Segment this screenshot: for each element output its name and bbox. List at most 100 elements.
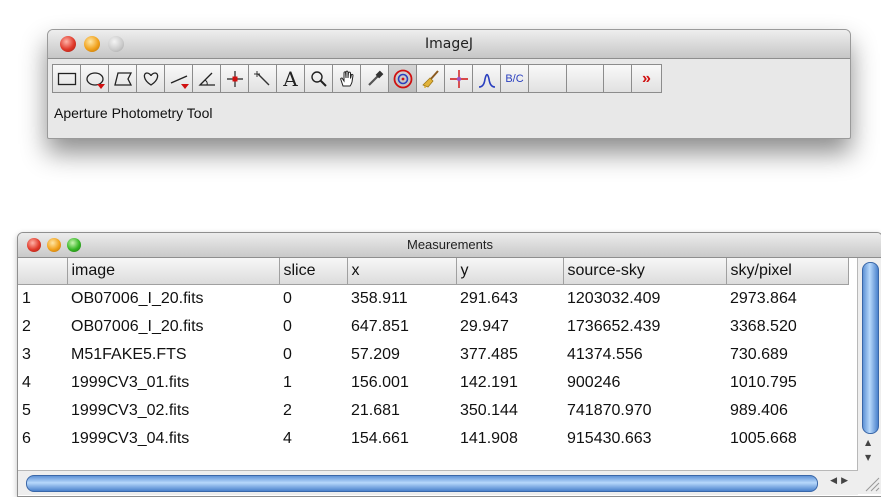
x-cell: 156.001 [351, 373, 409, 391]
x-cell: 154.661 [351, 429, 409, 447]
measurements-titlebar[interactable]: Measurements [18, 233, 881, 258]
y-cell: 29.947 [460, 317, 509, 335]
freehand-tool-button[interactable] [136, 64, 165, 93]
imagej-titlebar[interactable]: ImageJ [48, 30, 850, 59]
image-cell: 1999CV3_04.fits [71, 429, 190, 447]
scroll-down-arrow-icon[interactable]: ▼ [865, 453, 871, 462]
profile-tool-icon [478, 73, 495, 88]
x-cell: 57.209 [351, 345, 400, 363]
table-row[interactable]: 5 1999CV3_02.fits 2 21.681 350.144 74187… [18, 397, 848, 425]
source-sky-cell: 1203032.409 [567, 289, 661, 307]
image-cell: OB07006_I_20.fits [71, 317, 204, 335]
wand-tool-button[interactable] [248, 64, 277, 93]
row-number-cell: 4 [22, 373, 31, 391]
hand-tool-icon [339, 70, 354, 86]
slice-cell: 0 [283, 289, 292, 307]
source-sky-cell: 915430.663 [567, 429, 652, 447]
sky-per-pixel-cell: 730.689 [730, 345, 788, 363]
column-header-row-number[interactable] [18, 258, 68, 285]
results-table: image slice x y source-sky sky/pixel 1 O… [18, 258, 849, 453]
dropper-tool-button[interactable] [360, 64, 389, 93]
dropdown-indicator-icon [181, 84, 189, 89]
polygon-tool-button[interactable] [108, 64, 137, 93]
vertical-scrollbar[interactable]: ▲ ▼ [857, 258, 881, 470]
scroll-left-right-arrows-icon[interactable]: ◀▶ [830, 476, 852, 486]
point-tool-button[interactable] [220, 64, 249, 93]
image-cell: 1999CV3_02.fits [71, 401, 190, 419]
table-header-row: image slice x y source-sky sky/pixel [18, 258, 849, 285]
broom-tool-icon [421, 69, 439, 88]
resize-grip-icon[interactable] [858, 470, 881, 494]
bc-tool-button[interactable]: B/C [500, 64, 529, 93]
tool-bar: A B/C » [52, 64, 662, 94]
star-tool-icon [449, 69, 468, 88]
oval-tool-button[interactable] [80, 64, 109, 93]
table-row[interactable]: 3 M51FAKE5.FTS 0 57.209 377.485 41374.55… [18, 341, 848, 369]
horizontal-scrollbar[interactable]: ◀▶ [18, 470, 858, 495]
source-sky-cell: 741870.970 [567, 401, 652, 419]
angle-tool-icon [197, 72, 215, 86]
broom-tool-button[interactable] [416, 64, 445, 93]
x-cell: 647.851 [351, 317, 409, 335]
magnifier-tool-button[interactable] [304, 64, 333, 93]
slice-cell: 1 [283, 373, 292, 391]
y-cell: 291.643 [460, 289, 518, 307]
dropper-tool-icon [367, 70, 383, 86]
image-cell: M51FAKE5.FTS [71, 345, 187, 363]
slice-cell: 0 [283, 317, 292, 335]
column-header-sky-per-pixel[interactable]: sky/pixel [726, 258, 849, 285]
table-row[interactable]: 6 1999CV3_04.fits 4 154.661 141.908 9154… [18, 425, 848, 453]
polygon-tool-icon [113, 71, 132, 86]
table-row[interactable]: 2 OB07006_I_20.fits 0 647.851 29.947 173… [18, 313, 848, 341]
empty-tool-slot-1[interactable] [528, 64, 567, 93]
slice-cell: 2 [283, 401, 292, 419]
bc-tool-label: B/C [505, 72, 524, 85]
y-cell: 350.144 [460, 401, 518, 419]
sky-per-pixel-cell: 3368.520 [730, 317, 797, 335]
star-tool-button[interactable] [444, 64, 473, 93]
image-cell: 1999CV3_01.fits [71, 373, 190, 391]
line-tool-button[interactable] [164, 64, 193, 93]
table-row[interactable]: 1 OB07006_I_20.fits 0 358.911 291.643 12… [18, 284, 848, 313]
text-tool-button[interactable]: A [276, 64, 305, 93]
wand-tool-icon [253, 70, 269, 85]
row-number-cell: 5 [22, 401, 31, 419]
status-text: Aperture Photometry Tool [54, 105, 213, 121]
empty-tool-slot-2[interactable] [566, 64, 604, 93]
row-number-cell: 3 [22, 345, 31, 363]
rectangle-tool-button[interactable] [52, 64, 81, 93]
slice-cell: 4 [283, 429, 292, 447]
slice-cell: 0 [283, 345, 292, 363]
scroll-up-arrow-icon[interactable]: ▲ [865, 438, 871, 447]
column-header-x[interactable]: x [347, 258, 457, 285]
sky-per-pixel-cell: 989.406 [730, 401, 788, 419]
table-row[interactable]: 4 1999CV3_01.fits 1 156.001 142.191 9002… [18, 369, 848, 397]
x-cell: 21.681 [351, 401, 400, 419]
more-tools-icon: » [642, 69, 651, 87]
y-cell: 141.908 [460, 429, 518, 447]
sky-per-pixel-cell: 1010.795 [730, 373, 797, 391]
more-tools-button[interactable]: » [631, 64, 662, 93]
column-header-y[interactable]: y [456, 258, 564, 285]
aperture-tool-button[interactable] [388, 64, 417, 93]
image-cell: OB07006_I_20.fits [71, 289, 204, 307]
y-cell: 377.485 [460, 345, 518, 363]
aperture-tool-icon [393, 69, 412, 88]
empty-tool-slot-3[interactable] [603, 64, 632, 93]
source-sky-cell: 900246 [567, 373, 621, 391]
x-cell: 358.911 [351, 289, 408, 307]
horizontal-scroll-thumb[interactable] [26, 475, 818, 492]
measurements-window: Measurements image slice x y source-sky … [17, 232, 881, 497]
source-sky-cell: 1736652.439 [567, 317, 661, 335]
column-header-source-sky[interactable]: source-sky [563, 258, 727, 285]
angle-tool-button[interactable] [192, 64, 221, 93]
profile-tool-button[interactable] [472, 64, 501, 93]
hand-tool-button[interactable] [332, 64, 361, 93]
sky-per-pixel-cell: 2973.864 [730, 289, 797, 307]
column-header-image[interactable]: image [67, 258, 280, 285]
column-header-slice[interactable]: slice [279, 258, 348, 285]
point-tool-icon [226, 70, 243, 87]
results-table-viewport[interactable]: image slice x y source-sky sky/pixel 1 O… [18, 258, 858, 470]
vertical-scroll-thumb[interactable] [862, 262, 879, 434]
window-title: Measurements [407, 237, 493, 252]
